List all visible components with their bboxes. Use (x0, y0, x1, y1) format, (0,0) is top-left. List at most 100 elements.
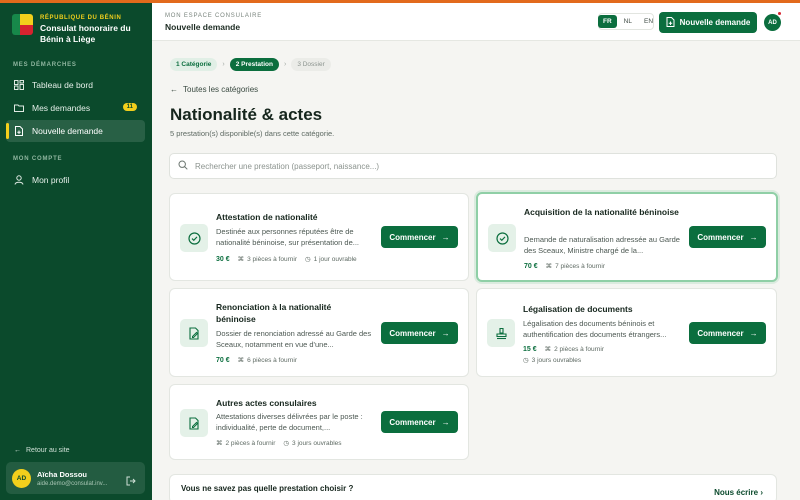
back-to-site-link[interactable]: ← Retour au site (14, 447, 70, 454)
service-meta: 30 € ⌘ 3 pièces à fournir ◷ 1 jour ouvrabl… (216, 255, 357, 264)
start-button-label: Commencer (697, 328, 744, 338)
help-question: Vous ne savez pas quelle prestation choi… (181, 484, 354, 493)
service-price: 30 € (216, 255, 230, 263)
new-request-label: Nouvelle demande (679, 18, 751, 27)
service-title: Renonciation à la nationalité béninoise (216, 302, 332, 324)
service-title: Attestation de nationalité (216, 212, 318, 222)
service-card[interactable]: Acquisition de la nationalité béninoise … (476, 192, 778, 282)
requests-count-badge: 11 (122, 103, 137, 111)
service-description: Dossier de renonciation adressé au Garde… (216, 329, 372, 349)
stamp-icon (487, 319, 515, 347)
language-options: FR NL EN (598, 15, 658, 28)
start-button[interactable]: Commencer → (381, 322, 458, 344)
page-title: Nationalité & actes (170, 105, 323, 124)
sidebar-item-new-request[interactable]: Nouvelle demande (6, 120, 145, 142)
service-pieces: 2 pièces à fournir (225, 439, 276, 447)
paperclip-icon: ⌘ (544, 346, 552, 353)
check-circle-icon (488, 224, 516, 252)
page-subtitle: 5 prestation(s) disponible(s) dans cette… (170, 129, 335, 138)
language-fr[interactable]: FR (598, 15, 617, 28)
user-card[interactable]: AD Aïcha Dossou aide.demo@consulat.inv..… (6, 462, 145, 494)
folder-icon (14, 103, 24, 113)
clock-icon: ◷ (523, 357, 529, 364)
step-service: 2 Prestation (229, 58, 279, 71)
logout-icon[interactable] (126, 473, 136, 491)
step-category[interactable]: 1 Catégorie (170, 58, 218, 71)
nav-section-demarches: MES DÉMARCHES (13, 62, 77, 68)
service-price: 70 € (216, 356, 230, 364)
chevron-right-icon: › (222, 61, 225, 68)
paperclip-icon: ⌘ (237, 357, 245, 364)
check-circle-icon (180, 224, 208, 252)
service-meta-delay: ◷ 3 jours ouvrables (523, 356, 582, 365)
sidebar-item-profile[interactable]: Mon profil (6, 169, 145, 191)
start-button-label: Commencer (389, 232, 436, 242)
dashboard-icon (14, 80, 24, 90)
top-header: MON ESPACE CONSULAIRE Nouvelle demande F… (152, 0, 800, 41)
header-avatar[interactable]: AD (764, 14, 781, 31)
arrow-right-icon: → (749, 232, 758, 242)
sidebar-item-label: Mon profil (32, 175, 70, 185)
service-card[interactable]: Renonciation à la nationalité béninoise … (169, 288, 469, 377)
search-bar (169, 153, 777, 179)
arrow-left-icon: ← (14, 447, 21, 454)
start-button[interactable]: Commencer → (689, 226, 766, 248)
brand[interactable]: RÉPUBLIQUE DU BÉNIN Consulat honoraire d… (12, 14, 152, 45)
service-delay: 3 jours ouvrables (531, 356, 582, 364)
user-email: aide.demo@consulat.inv... (37, 480, 108, 487)
step-file: 3 Dossier (291, 58, 331, 71)
service-description: Légalisation des documents béninois et a… (523, 319, 667, 339)
header-kicker: MON ESPACE CONSULAIRE (165, 13, 263, 19)
brand-country: RÉPUBLIQUE DU BÉNIN (40, 15, 122, 21)
service-delay: 3 jours ouvrables (292, 439, 342, 447)
new-request-button[interactable]: Nouvelle demande (659, 12, 757, 33)
service-pieces: 2 pièces à fournir (554, 345, 604, 353)
sidebar-item-label: Mes demandes (32, 103, 91, 113)
service-card[interactable]: Légalisation de documents Légalisation d… (476, 288, 777, 377)
service-card[interactable]: Attestation de nationalité Destinée aux … (169, 193, 469, 281)
chevron-right-icon: › (760, 488, 763, 497)
back-to-categories-label: Toutes les catégories (183, 85, 259, 94)
service-title: Autres actes consulaires (216, 398, 317, 408)
service-pieces: 3 pièces à fournir (247, 255, 297, 263)
header-title: Nouvelle demande (165, 22, 241, 32)
sidebar: RÉPUBLIQUE DU BÉNIN Consulat honoraire d… (0, 0, 152, 500)
nav-section-account: MON COMPTE (13, 156, 63, 162)
service-title: Acquisition de la nationalité béninoise (524, 207, 679, 217)
sidebar-item-dashboard[interactable]: Tableau de bord (6, 74, 145, 96)
service-description: Destinée aux personnes réputées être de … (216, 227, 360, 247)
arrow-right-icon: → (441, 232, 450, 242)
user-name: Aïcha Dossou (37, 469, 88, 479)
start-button-label: Commencer (697, 232, 744, 242)
new-document-icon (14, 126, 24, 136)
start-button-label: Commencer (389, 417, 436, 427)
service-description: Demande de naturalisation adressée au Ga… (524, 235, 680, 255)
contact-link-label: Nous écrire (714, 488, 759, 497)
notification-dot (777, 11, 782, 16)
service-meta: ⌘ 2 pièces à fournir ◷ 3 jours ouvrables (216, 439, 342, 448)
language-nl[interactable]: NL (619, 15, 637, 28)
language-en[interactable]: EN (639, 15, 658, 28)
start-button[interactable]: Commencer → (689, 322, 766, 344)
service-pieces: 7 pièces à fournir (555, 262, 605, 270)
start-button[interactable]: Commencer → (381, 411, 458, 433)
benin-flag-icon (12, 14, 33, 35)
service-meta: 15 € ⌘ 2 pièces à fournir (523, 345, 604, 354)
new-document-icon (666, 16, 675, 29)
help-banner: Vous ne savez pas quelle prestation choi… (169, 474, 777, 500)
sidebar-item-requests[interactable]: Mes demandes 11 (6, 97, 145, 119)
back-to-categories-link[interactable]: ← Toutes les catégories (170, 85, 258, 94)
contact-link[interactable]: Nous écrire › (714, 488, 763, 497)
start-button[interactable]: Commencer → (381, 226, 458, 248)
clock-icon: ◷ (305, 256, 311, 263)
service-title: Légalisation de documents (523, 304, 633, 314)
paperclip-icon: ⌘ (237, 256, 245, 263)
search-icon (178, 157, 188, 175)
arrow-left-icon: ← (170, 85, 178, 94)
service-card[interactable]: Autres actes consulaires Attestations di… (169, 384, 469, 460)
search-input[interactable] (195, 161, 755, 171)
arrow-right-icon: → (441, 328, 450, 338)
service-price: 15 € (523, 345, 537, 353)
service-pieces: 6 pièces à fournir (247, 356, 297, 364)
user-icon (14, 175, 24, 185)
